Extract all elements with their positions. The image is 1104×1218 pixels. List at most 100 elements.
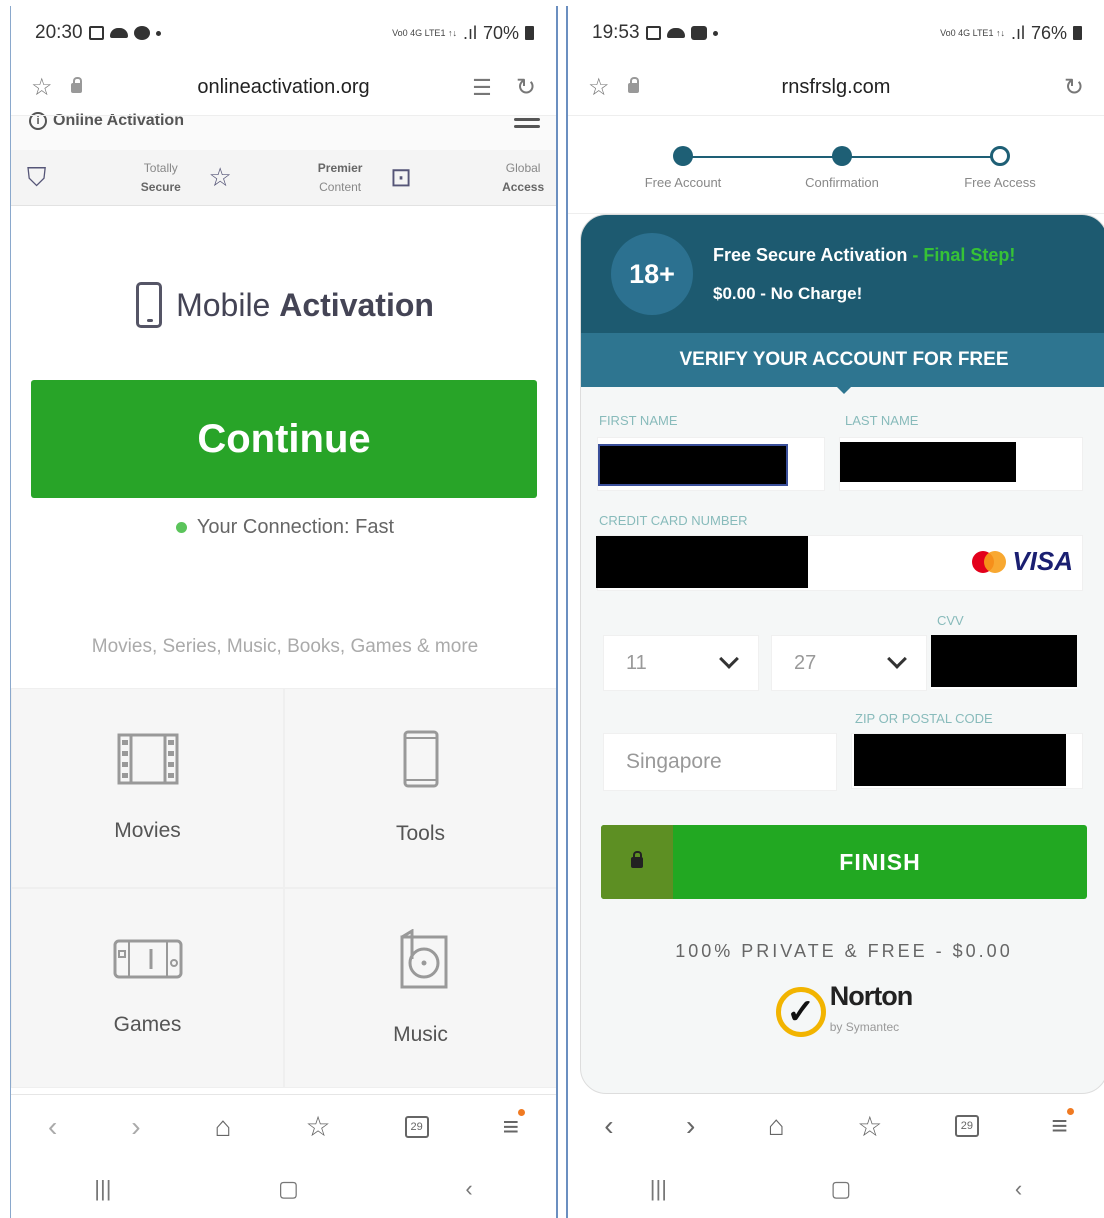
step-free-access: Free Access — [940, 146, 1060, 192]
forward-icon[interactable]: › — [131, 1111, 140, 1143]
feature-secure: ⛉ Totally Secure — [17, 159, 187, 197]
feature-global: ⊡ Global Access — [380, 159, 550, 197]
last-name-field[interactable] — [839, 437, 1083, 491]
signal-icon: .ıl — [1010, 22, 1025, 43]
system-back-icon[interactable]: ‹ — [1015, 1176, 1022, 1202]
final-step-text: - Final Step! — [907, 244, 1016, 265]
redacted-cvv — [931, 635, 1077, 687]
first-name-field[interactable] — [597, 437, 825, 491]
expiry-month-select[interactable]: 11 — [603, 635, 759, 691]
mobile-phone-icon — [136, 282, 163, 328]
back-icon[interactable]: ‹ — [48, 1111, 57, 1143]
tablet-icon — [403, 730, 438, 788]
system-back-icon[interactable]: ‹ — [465, 1176, 472, 1202]
signal-icon: .ıl — [462, 22, 477, 43]
feature-line1: Premier — [317, 160, 363, 175]
connection-text: Your Connection: Fast — [196, 516, 395, 538]
reload-icon[interactable]: ↻ — [516, 73, 536, 102]
status-bar: 20:30 Vo0 4G LTE1 ↑↓ .ıl 70% — [11, 6, 556, 60]
finish-button[interactable]: FINISH — [601, 825, 1087, 899]
more-notifications-icon — [712, 30, 718, 36]
verify-banner: VERIFY YOUR ACCOUNT FOR FREE — [581, 333, 1104, 394]
back-icon[interactable]: ‹ — [604, 1110, 613, 1142]
norton-name: Norton — [829, 981, 913, 1011]
star-icon: ☆ — [208, 162, 232, 192]
country-select[interactable]: Singapore — [603, 733, 837, 791]
category-tile-movies[interactable]: Movies — [11, 688, 284, 888]
progress-steps: Free Account Confirmation Free Access — [568, 116, 1104, 214]
tile-label: Movies — [114, 819, 181, 842]
feature-line2: Content — [319, 179, 362, 194]
battery-icon — [525, 26, 534, 40]
step-free-account: Free Account — [623, 146, 743, 192]
zip-field[interactable] — [851, 733, 1083, 789]
bookmarks-icon[interactable]: ☆ — [857, 1110, 882, 1143]
home-icon[interactable]: ⌂ — [768, 1110, 785, 1142]
more-notifications-icon — [155, 30, 161, 36]
bookmark-star-icon[interactable]: ☆ — [588, 73, 610, 102]
age-badge: 18+ — [611, 233, 693, 315]
cvv-field[interactable] — [931, 635, 1077, 689]
norton-check-icon: ✓ — [775, 986, 826, 1037]
chevron-down-icon — [887, 649, 907, 669]
continue-button[interactable]: Continue — [31, 380, 537, 498]
home-icon[interactable]: ⌂ — [215, 1111, 232, 1143]
reload-icon[interactable]: ↻ — [1064, 73, 1084, 102]
category-tile-tools[interactable]: Tools — [284, 688, 556, 888]
status-bar: 19:53 Vo0 4G LTE1 ↑↓ .ıl 76% — [568, 6, 1104, 60]
payment-form-card: 18+ Free Secure Activation - Final Step!… — [580, 214, 1104, 1094]
redacted-last-name — [840, 442, 1016, 482]
forward-icon[interactable]: › — [686, 1110, 695, 1142]
redacted-card-number — [596, 536, 808, 588]
promo-price: $0.00 - No Charge! — [713, 283, 863, 303]
step-confirmation: Confirmation — [782, 146, 902, 192]
category-tile-music[interactable]: Music — [284, 888, 556, 1088]
system-nav-bar: ||| ▢ ‹ — [568, 1160, 1104, 1218]
home-button-icon[interactable]: ▢ — [278, 1176, 299, 1202]
step-label: Confirmation — [805, 175, 879, 190]
country-value: Singapore — [626, 750, 722, 773]
lock-icon[interactable] — [70, 76, 82, 93]
feature-line2: Access — [502, 179, 545, 194]
expiry-month-value: 11 — [626, 651, 647, 674]
gallery-icon — [88, 26, 104, 40]
menu-icon[interactable]: ≡ — [503, 1108, 526, 1143]
reader-mode-icon[interactable]: ☰ — [472, 75, 492, 101]
connection-status: Your Connection: Fast — [11, 516, 556, 539]
features-strip: ⛉ Totally Secure ☆ Premier Content ⊡ Globa… — [11, 150, 556, 206]
music-disc-icon — [400, 929, 447, 989]
tile-label: Tools — [395, 822, 446, 845]
tabs-icon[interactable]: 29 — [404, 1115, 429, 1138]
browser-nav-bar: ‹ › ⌂ ☆ 29 ≡ — [11, 1094, 556, 1158]
bookmark-star-icon[interactable]: ☆ — [31, 73, 53, 102]
recent-apps-icon[interactable]: ||| — [94, 1176, 111, 1202]
film-icon — [117, 733, 178, 785]
browser-address-bar[interactable]: ☆ onlineactivation.org ☰ ↻ — [11, 60, 556, 116]
lock-icon[interactable] — [627, 76, 639, 93]
recent-apps-icon[interactable]: ||| — [650, 1176, 667, 1202]
home-button-icon[interactable]: ▢ — [831, 1176, 852, 1202]
title-bold: Activation — [279, 286, 434, 323]
devices-icon: ⊡ — [390, 162, 412, 192]
tile-label: Music — [393, 1023, 448, 1046]
menu-icon[interactable]: ≡ — [1051, 1108, 1075, 1142]
mastercard-icon — [972, 550, 1007, 573]
expiry-year-select[interactable]: 27 — [771, 635, 927, 691]
tabs-icon[interactable]: 29 — [954, 1115, 979, 1137]
feature-line1: Totally — [143, 160, 178, 175]
clock: 19:53 — [592, 22, 640, 43]
left-phone-screenshot: 20:30 Vo0 4G LTE1 ↑↓ .ıl 70% ☆ onlineact… — [10, 6, 558, 1218]
status-dot-icon — [175, 522, 187, 533]
title-plain: Mobile — [176, 286, 280, 323]
norton-sub: by Symantec — [829, 1020, 900, 1034]
bookmarks-icon[interactable]: ☆ — [306, 1110, 331, 1143]
browser-nav-bar: ‹ › ⌂ ☆ 29 ≡ — [568, 1094, 1104, 1158]
system-nav-bar: ||| ▢ ‹ — [11, 1160, 556, 1218]
category-tile-games[interactable]: Games — [11, 888, 284, 1088]
promo-header: 18+ Free Secure Activation - Final Step!… — [581, 215, 1104, 333]
hamburger-menu-icon[interactable] — [514, 118, 540, 132]
gallery-icon — [645, 26, 661, 40]
step-dot-done — [673, 146, 693, 166]
browser-address-bar[interactable]: ☆ rnsfrslg.com ↻ — [568, 60, 1104, 116]
private-free-text: 100% PRIVATE & FREE - $0.00 — [675, 941, 1013, 961]
